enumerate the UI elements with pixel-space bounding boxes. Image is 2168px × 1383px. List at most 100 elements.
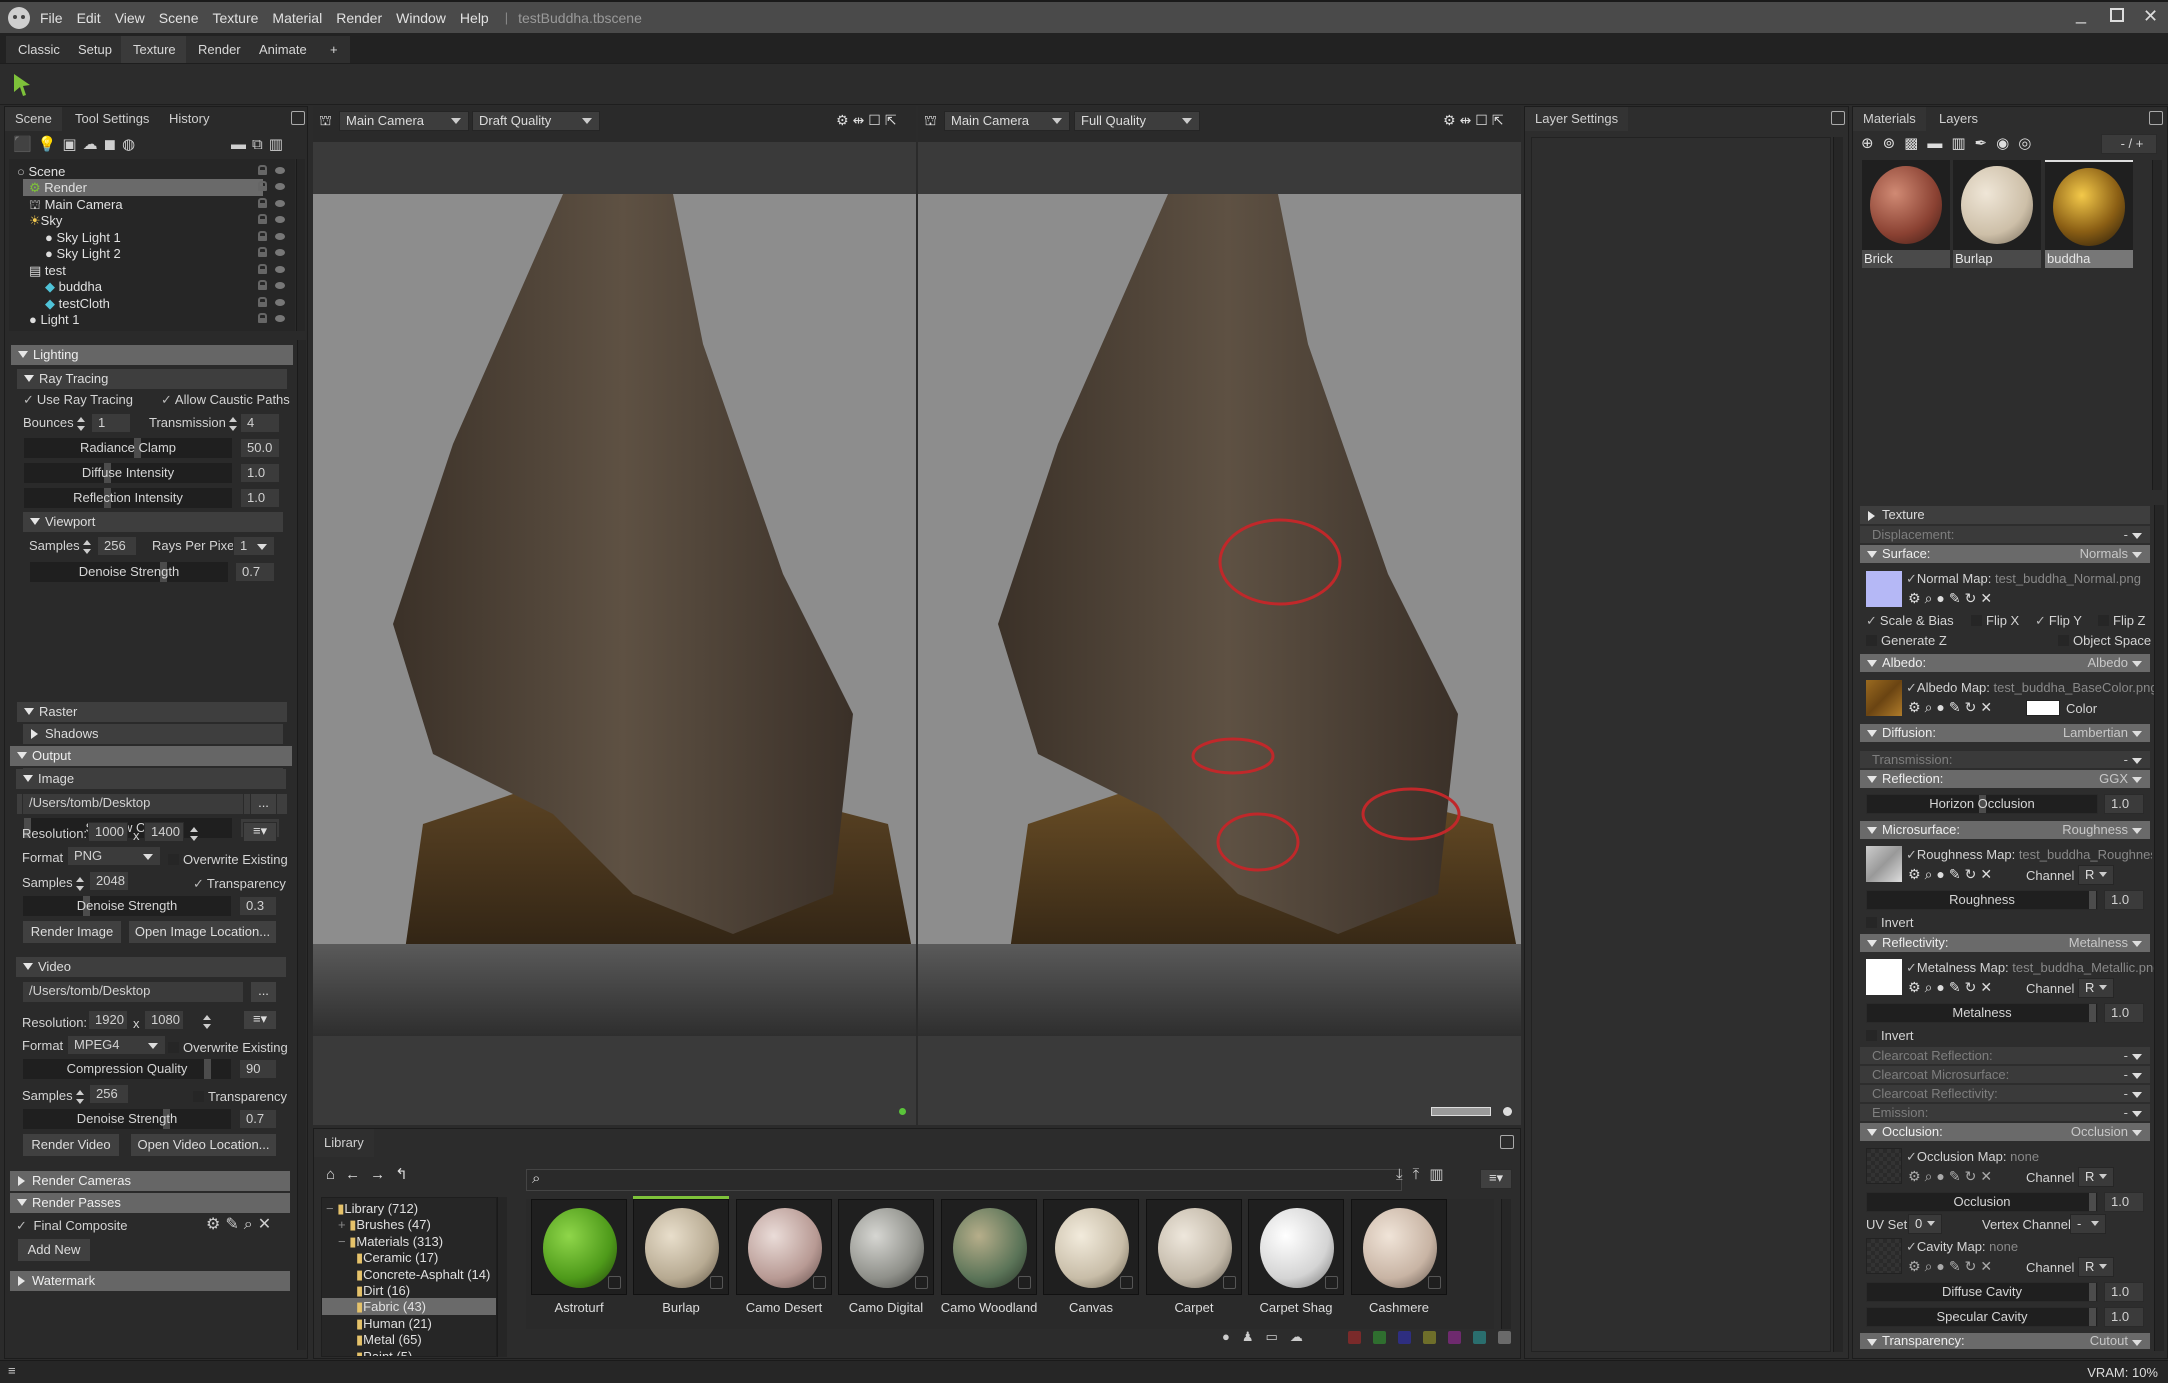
checkbox[interactable]	[813, 1276, 826, 1289]
monitor-icon[interactable]: ▭	[1266, 1329, 1290, 1344]
visibility-icon[interactable]	[275, 299, 285, 306]
lock-icon[interactable]	[258, 280, 267, 290]
roughness-invert-checkbox[interactable]: Invert	[1866, 915, 1914, 930]
tree-item-fabric[interactable]: ▮Fabric (43)	[322, 1298, 496, 1315]
back-icon[interactable]: ←	[345, 1166, 370, 1183]
trash-icon[interactable]: ▥	[1951, 135, 1974, 152]
section-transmission[interactable]: Transmission: -	[1860, 751, 2150, 768]
visibility-icon[interactable]	[275, 249, 285, 256]
diffuse-cavity-input[interactable]: 1.0	[2104, 1282, 2144, 1302]
menu-view[interactable]: View	[115, 10, 145, 26]
reload-icon[interactable]: ↻	[1965, 1168, 1981, 1184]
color-filter-swatch[interactable]	[1423, 1331, 1436, 1344]
video-transparency-checkbox[interactable]: Transparency	[193, 1089, 287, 1104]
section-clearcoat-microsurface[interactable]: Clearcoat Microsurface: -	[1860, 1066, 2150, 1083]
menu-window[interactable]: Window	[396, 10, 446, 26]
remove-icon[interactable]: ✕	[1980, 866, 1996, 882]
menu-scene[interactable]: Scene	[159, 10, 199, 26]
cavity-map-thumbnail[interactable]	[1866, 1238, 1902, 1274]
light-icon[interactable]: 💡	[38, 135, 57, 153]
section-raster[interactable]: Raster	[17, 702, 287, 722]
flip-z-checkbox[interactable]: Flip Z	[2098, 613, 2146, 628]
gear-icon[interactable]: ⚙	[1908, 979, 1925, 995]
sphere-icon[interactable]: ●	[1936, 979, 1948, 995]
allow-caustic-checkbox[interactable]: ✓ Allow Caustic Paths	[161, 392, 290, 408]
search-icon[interactable]: ⌕	[1925, 866, 1937, 882]
pencil-icon[interactable]: ✎	[1949, 1168, 1965, 1184]
remove-icon[interactable]: ✕	[1980, 699, 1996, 715]
sphere-icon[interactable]: ●	[1936, 1258, 1948, 1274]
image-samples-input[interactable]: 2048	[89, 871, 129, 891]
tree-item-paint[interactable]: ▮Paint (5)	[356, 1348, 412, 1356]
tree-item-light-1[interactable]: ● Light 1	[29, 311, 80, 328]
sky-icon[interactable]: ☁	[83, 135, 98, 153]
material-page-field[interactable]: - / +	[2101, 134, 2157, 154]
compression-quality-input[interactable]: 90	[239, 1059, 277, 1079]
lock-icon[interactable]	[258, 231, 267, 241]
color-filter-swatch[interactable]	[1373, 1331, 1386, 1344]
gear-icon[interactable]: ⚙	[836, 112, 853, 128]
section-diffusion[interactable]: Diffusion: Lambertian	[1860, 724, 2150, 742]
popout-icon[interactable]	[2149, 111, 2163, 125]
section-emission[interactable]: Emission: -	[1860, 1104, 2150, 1121]
visibility-icon[interactable]	[275, 200, 285, 207]
reload-icon[interactable]: ↻	[1965, 699, 1981, 715]
folder-icon[interactable]: ▬	[231, 136, 246, 153]
section-texture[interactable]: Texture	[1860, 506, 2150, 524]
library-view-menu[interactable]: ≡▾	[1480, 1169, 1512, 1189]
tab-scene[interactable]: Scene	[5, 107, 62, 131]
object-space-checkbox[interactable]: Object Space	[2058, 633, 2151, 648]
video-preset-menu[interactable]: ≡▾	[243, 1010, 277, 1030]
search-icon[interactable]: ⌕	[1925, 699, 1937, 715]
remove-icon[interactable]: ✕	[1980, 979, 1996, 995]
spinner-icon[interactable]	[77, 416, 86, 431]
lock-icon[interactable]	[258, 297, 267, 307]
scene-tree-scrollbar[interactable]	[296, 159, 305, 331]
tree-item-library[interactable]: − ▮Library (712)	[326, 1200, 418, 1217]
use-ray-tracing-checkbox[interactable]: ✓ Use Ray Tracing	[23, 392, 133, 408]
occlusion-slider[interactable]: Occlusion	[1866, 1192, 2098, 1212]
sphere-icon[interactable]: ●	[1936, 699, 1948, 715]
section-displacement[interactable]: Displacement: -	[1860, 526, 2150, 543]
materials-scrollbar[interactable]	[2152, 160, 2162, 490]
checkbox[interactable]	[915, 1276, 928, 1289]
library-item-canvas[interactable]: Canvas	[1043, 1199, 1139, 1315]
tree-item-buddha[interactable]: ◆ buddha	[45, 278, 102, 295]
color-filter-swatch[interactable]	[1398, 1331, 1411, 1344]
tree-item-test[interactable]: ▤ test	[29, 262, 66, 279]
roughness-map-thumbnail[interactable]	[1866, 846, 1902, 882]
radiance-clamp-input[interactable]: 50.0	[240, 438, 280, 458]
tab-layer-settings[interactable]: Layer Settings	[1525, 107, 1629, 131]
reload-icon[interactable]: ↻	[1965, 590, 1981, 606]
search-icon[interactable]: ⌕	[1925, 1258, 1937, 1274]
lock-icon[interactable]	[258, 181, 267, 191]
video-path-input[interactable]: /Users/tomb/Desktop	[22, 981, 244, 1003]
occlusion-input[interactable]: 1.0	[2104, 1192, 2144, 1212]
export-icon[interactable]: ◉	[1996, 135, 2018, 152]
section-viewport[interactable]: Viewport	[23, 512, 283, 532]
occlusion-map-thumbnail[interactable]	[1866, 1148, 1902, 1184]
pencil-icon[interactable]: ✎	[225, 1216, 243, 1233]
remove-icon[interactable]: ✕	[1980, 590, 1996, 606]
visibility-icon[interactable]	[275, 282, 285, 289]
image-preset-menu[interactable]: ≡▾	[243, 822, 277, 842]
cavity-channel-select[interactable]: R	[2078, 1257, 2114, 1277]
library-item-burlap[interactable]: Burlap	[633, 1196, 729, 1315]
flip-y-checkbox[interactable]: ✓ Flip Y	[2035, 613, 2082, 629]
tree-item-sky-light-1[interactable]: ● Sky Light 1	[45, 229, 121, 246]
gear-icon[interactable]: ⚙	[206, 1216, 225, 1233]
horizon-occlusion-slider[interactable]: Horizon Occlusion	[1866, 794, 2098, 814]
tree-item-metal[interactable]: ▮Metal (65)	[356, 1331, 422, 1348]
material-editor-scrollbar[interactable]	[2154, 505, 2164, 1351]
checkbox[interactable]	[1018, 1276, 1031, 1289]
uv-set-select[interactable]: 0	[1908, 1214, 1942, 1234]
checker-icon[interactable]: ▩	[1904, 135, 1927, 152]
popout-icon[interactable]: ⇱	[1492, 112, 1508, 128]
home-icon[interactable]: ⌂	[326, 1166, 345, 1183]
tab-tool-settings[interactable]: Tool Settings	[65, 107, 159, 131]
spinner-icon[interactable]	[76, 876, 85, 891]
section-clearcoat-reflectivity[interactable]: Clearcoat Reflectivity: -	[1860, 1085, 2150, 1102]
open-video-location-button[interactable]: Open Video Location...	[130, 1133, 277, 1157]
tab-materials[interactable]: Materials	[1853, 107, 1926, 131]
download-icon[interactable]: ⤓	[1396, 1166, 1413, 1183]
